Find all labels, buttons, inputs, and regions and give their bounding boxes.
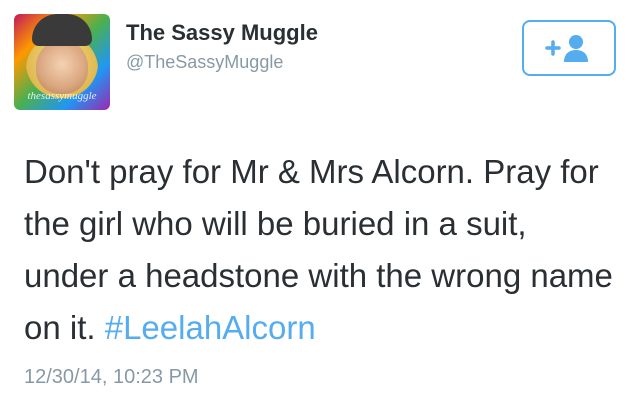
tweet-timestamp[interactable]: 12/30/14, 10:23 PM [24,366,199,389]
avatar[interactable]: thesassymuggle [14,14,110,110]
hashtag-link[interactable]: #LeelahAlcorn [105,309,316,346]
avatar-face [36,40,88,94]
avatar-watermark: thesassymuggle [27,90,97,102]
follow-button[interactable] [522,20,616,76]
tweet-text: Don't pray for Mr & Mrs Alcorn. Pray for… [24,146,620,354]
follow-user-icon [545,35,588,62]
user-handle[interactable]: @TheSassyMuggle [126,52,283,73]
display-name[interactable]: The Sassy Muggle [126,20,318,46]
avatar-hat [32,14,92,46]
